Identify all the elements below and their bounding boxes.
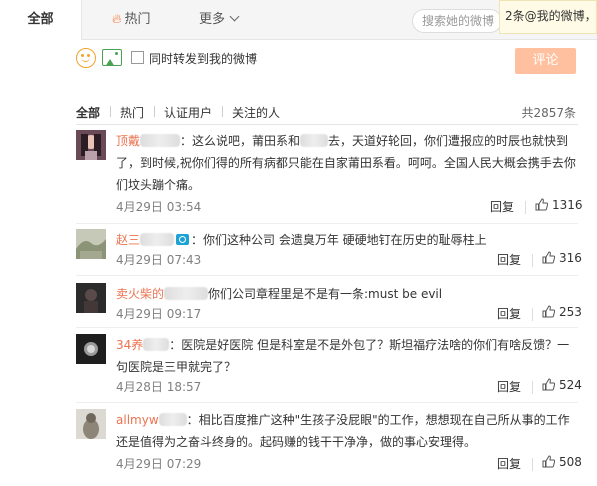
reply-button[interactable]: 回复 [497,455,521,472]
divider [76,275,578,276]
blurred-name [164,287,209,300]
divider [222,106,223,117]
thumbs-up-icon [542,455,556,468]
comment-username[interactable]: allmyw [116,413,159,427]
mention-notice[interactable]: 2条@我的微博， [499,0,597,34]
filter-verified[interactable]: 认证用户 [164,104,212,121]
tab-hot[interactable]: 🔥︎ 热门 [112,0,151,40]
filter-following[interactable]: 关注的人 [232,104,280,121]
divider [76,223,578,224]
comment-username[interactable]: 34养 [116,338,143,352]
reply-button[interactable]: 回复 [497,305,521,322]
thumbs-up-icon [542,305,556,318]
search-input[interactable]: 搜索她的微博 [412,9,502,33]
like-count: 253 [559,305,582,319]
comment-composer-tools: 同时转发到我的微博 [76,48,586,74]
comment-time: 4月29日 07:29 [116,457,202,471]
reply-button[interactable]: 回复 [490,198,514,215]
avatar[interactable] [76,334,106,364]
comment-text: allmyw ：相比百度推广这种"生孩子没屁眼"的工作，想想现在自己所从事的工作还… [116,409,578,453]
divider [532,381,533,394]
blurred-name [300,134,329,147]
like-button[interactable]: 508 [542,455,582,469]
tab-hot-label: 热门 [124,12,151,27]
verified-icon [176,234,190,245]
comment-time: 4月29日 07:43 [116,253,202,267]
comment-submit-button[interactable]: 评论 [515,48,576,74]
comment-content: ：你们这种公司 会遗臭万年 硬硬地钉在历史的耻辱柱上 [191,233,487,247]
comment-filter-bar: 全部 热门 认证用户 关注的人 共2857条 [76,104,576,124]
reply-button[interactable]: 回复 [497,378,521,395]
divider [76,124,578,125]
blurred-name [140,134,181,147]
tab-all[interactable]: 全部 [0,0,82,40]
comment-time: 4月28日 18:57 [116,380,202,394]
divider [532,254,533,267]
comment-username[interactable]: 卖火柴的 [116,287,164,301]
like-count: 508 [559,455,582,469]
repost-label: 同时转发到我的微博 [149,52,258,66]
tab-more[interactable]: 更多 [199,0,240,40]
divider [532,308,533,321]
reply-button[interactable]: 回复 [497,251,521,268]
like-count: 316 [559,251,582,265]
comment-text: 34养 ：医院是好医院 但是科室是不是外包了？斯坦福疗法啥的你们有啥反馈？一句医院… [116,334,578,378]
like-count: 524 [559,378,582,392]
comment-username[interactable]: 顶戴 [116,134,140,148]
avatar[interactable] [76,409,106,439]
filter-hot[interactable]: 热门 [120,104,144,121]
top-nav: 全部 🔥︎ 热门 更多 搜索她的微博 2条@我的微博， [0,0,597,40]
comment-time: 4月29日 09:17 [116,307,202,321]
tab-more-label: 更多 [199,12,226,27]
comment-content: ：医院是好医院 但是科室是不是外包了？斯坦福疗法啥的你们有啥反馈？一句医院是三甲… [116,338,570,374]
divider [532,458,533,471]
divider [110,106,111,117]
comment-time: 4月29日 03:54 [116,200,202,214]
image-icon[interactable] [102,49,122,66]
like-button[interactable]: 1316 [535,198,583,212]
emoji-icon[interactable] [76,48,96,68]
fire-icon: 🔥︎ [112,12,122,27]
divider [154,106,155,117]
comment-text: 卖火柴的 你们公司章程里是不是有一条:must be evil [116,283,578,305]
filter-all[interactable]: 全部 [76,104,100,121]
comment-content: ：这么说吧，莆田系和 [180,134,301,148]
thumbs-up-icon [542,251,556,264]
blurred-name [140,233,175,246]
comment-text: 顶戴 ：这么说吧，莆田系和 去，天道好轮回，你们遭报应的时辰也就快到了，到时候,祝你… [116,130,578,196]
blurred-name [143,338,170,351]
like-button[interactable]: 253 [542,305,582,319]
comment-total: 共2857条 [521,106,576,120]
like-button[interactable]: 316 [542,251,582,265]
divider [76,327,578,328]
avatar[interactable] [76,283,106,313]
divider [525,201,526,214]
avatar[interactable] [76,130,106,160]
repost-checkbox[interactable] [131,51,144,64]
chevron-down-icon [229,11,240,22]
comment-text: 赵三 ：你们这种公司 会遗臭万年 硬硬地钉在历史的耻辱柱上 [116,229,578,251]
avatar[interactable] [76,229,106,259]
thumbs-up-icon [535,198,549,211]
blurred-name [158,413,187,426]
comment-content: 你们公司章程里是不是有一条:must be evil [208,287,443,301]
comment-username[interactable]: 赵三 [116,233,140,247]
like-button[interactable]: 524 [542,378,582,392]
like-count: 1316 [552,198,583,212]
thumbs-up-icon [542,378,556,391]
divider [76,402,578,403]
